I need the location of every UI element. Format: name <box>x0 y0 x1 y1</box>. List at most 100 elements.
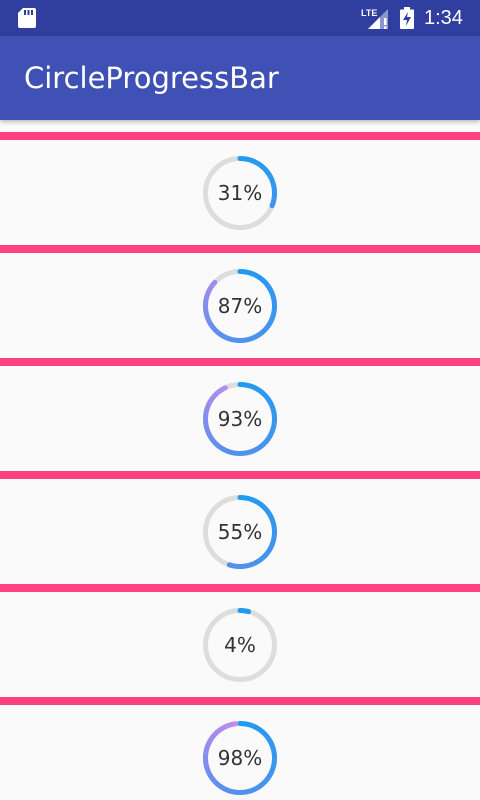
progress-arc-segment <box>265 509 272 516</box>
progress-arc-segment <box>264 549 272 556</box>
progress-list[interactable]: 31% 87% 93% 55% 4% 98% <box>0 120 480 800</box>
progress-arc-segment <box>263 776 271 783</box>
progress-arc-segment <box>243 495 248 501</box>
progress-arc-segment <box>221 785 228 792</box>
list-item: 31% <box>0 140 480 245</box>
progress-arc-segment <box>218 444 225 452</box>
progress-arc-segment <box>266 546 274 553</box>
progress-arc-segment <box>221 446 228 453</box>
progress-arc-segment <box>210 279 218 288</box>
progress-arc-segment <box>263 167 270 174</box>
progress-arc-segment <box>249 448 256 455</box>
progress-arc-segment <box>230 336 235 343</box>
progress-arc-segment <box>246 721 252 728</box>
progress-arc-segment <box>243 382 249 388</box>
progress-arc-segment <box>267 286 274 293</box>
progress-arc-segment <box>258 728 265 735</box>
progress-arc-segment <box>262 551 270 558</box>
progress-arc-segment <box>265 283 272 290</box>
list-divider <box>0 584 480 592</box>
progress-arc-segment <box>226 562 236 569</box>
progress-arc-segment <box>249 722 256 729</box>
progress-arc-segment <box>263 506 270 513</box>
progress-arc-segment <box>261 779 268 786</box>
progress-arc-segment <box>259 328 266 336</box>
progress-arc-segment <box>249 383 256 390</box>
progress-arc-segment <box>255 273 262 281</box>
progress-arc-segment <box>255 725 262 733</box>
progress-arc-segment <box>219 332 226 340</box>
progress-arc-segment <box>247 335 253 342</box>
progress-arc-segment <box>205 400 213 407</box>
progress-arc-segment <box>206 286 213 293</box>
progress-arc-segment <box>215 781 222 789</box>
battery-charging-icon <box>400 7 414 29</box>
progress-arc-segment <box>214 728 221 735</box>
progress-arc-segment <box>263 437 271 444</box>
progress-arc-segment <box>225 448 231 455</box>
progress-arc-segment <box>219 385 228 392</box>
progress-arc-segment <box>255 783 263 791</box>
status-bar: LTE 1:34 <box>0 0 480 36</box>
progress-arc-segment <box>254 558 261 565</box>
progress-arc-segment <box>228 449 234 456</box>
progress-arc-segment <box>213 328 221 335</box>
progress-arc-segment <box>267 770 274 777</box>
progress-arc-segment <box>243 156 248 162</box>
progress-arc-segment <box>246 269 252 276</box>
list-item: 87% <box>0 253 480 358</box>
progress-arc-segment <box>243 721 249 727</box>
progress-arc-segment <box>248 561 255 568</box>
progress-arc-segment <box>265 434 273 441</box>
progress-arc-segment <box>263 280 270 288</box>
progress-arc-segment <box>252 498 259 505</box>
progress-arc-segment <box>205 317 212 324</box>
list-item: 93% <box>0 366 480 471</box>
progress-arc-segment <box>226 335 232 342</box>
lte-signal-icon: LTE <box>361 8 388 29</box>
progress-arc-segment <box>218 783 225 791</box>
progress-arc-segment <box>267 512 274 519</box>
progress-arc-segment <box>217 726 224 733</box>
progress-arc-segment <box>258 442 265 449</box>
progress-arc-segment <box>260 554 267 561</box>
progress-arc-segment <box>260 503 268 511</box>
progress-arc-segment <box>264 323 271 331</box>
progress-arc-segment <box>208 774 215 781</box>
progress-arc-segment <box>267 400 274 407</box>
progress-arc-segment <box>209 733 217 740</box>
progress-arc-segment <box>258 275 265 283</box>
list-item: 4% <box>0 592 480 697</box>
list-divider <box>0 245 480 253</box>
list-divider <box>0 132 480 140</box>
progress-arc-segment <box>265 736 273 743</box>
progress-percent-label: 98% <box>217 746 263 770</box>
progress-arc-segment <box>256 331 263 338</box>
progress-arc-segment <box>225 787 231 794</box>
progress-arc-segment <box>252 272 259 279</box>
progress-arc-segment <box>265 397 273 404</box>
list-divider <box>0 358 480 366</box>
app-title: CircleProgressBar <box>24 61 279 95</box>
progress-arc-segment <box>243 608 252 615</box>
progress-arc-segment <box>215 442 222 450</box>
progress-arc-segment <box>211 326 218 333</box>
progress-arc-segment <box>267 431 274 438</box>
progress-arc-segment <box>255 160 262 168</box>
progress-arc-segment <box>258 781 265 788</box>
progress-arc-segment <box>258 389 265 396</box>
progress-arc-segment <box>228 788 234 795</box>
app-bar: CircleProgressBar <box>0 36 480 120</box>
progress-arc-segment <box>246 788 252 795</box>
list-divider <box>0 697 480 705</box>
progress-arc-segment <box>207 736 214 743</box>
progress-arc-segment <box>252 385 259 392</box>
progress-arc-segment <box>249 496 255 503</box>
progress-arc-segment <box>205 739 213 746</box>
progress-arc-segment <box>220 724 227 731</box>
progress-arc-segment <box>267 739 274 746</box>
progress-arc-segment <box>216 330 223 338</box>
list-item: 55% <box>0 479 480 584</box>
progress-arc-segment <box>257 556 264 563</box>
progress-arc-segment <box>258 501 265 509</box>
